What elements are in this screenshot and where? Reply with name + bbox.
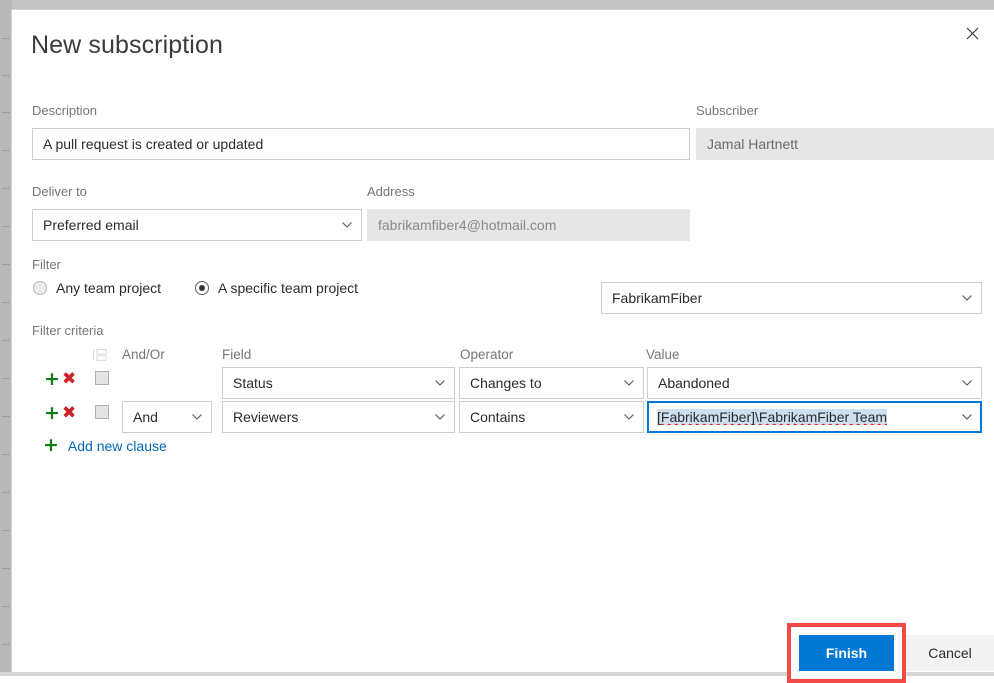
radio-specific-team-project[interactable]: A specific team project — [195, 280, 358, 296]
radio-any-team-project[interactable]: Any team project — [33, 280, 161, 296]
chevron-down-icon — [435, 380, 445, 386]
team-project-value: FabrikamFiber — [612, 290, 703, 306]
subscriber-label: Subscriber — [696, 103, 759, 118]
field-dropdown-row-2[interactable]: Reviewers — [222, 401, 455, 433]
description-input[interactable] — [32, 128, 690, 160]
background-top-bar — [0, 0, 994, 10]
radio-any-team-project-label[interactable]: Any team project — [56, 280, 161, 296]
operator-dropdown-row-2[interactable]: Contains — [459, 401, 644, 433]
cancel-button[interactable]: Cancel — [906, 635, 994, 671]
radio-specific-team-project-control[interactable] — [195, 281, 209, 295]
address-label: Address — [367, 184, 415, 199]
description-label: Description — [32, 103, 98, 118]
radio-any-team-project-control[interactable] — [33, 281, 47, 295]
team-project-dropdown[interactable]: FabrikamFiber — [601, 282, 982, 314]
chevron-down-icon — [435, 414, 445, 420]
filter-label: Filter — [32, 257, 61, 272]
subscriber-value: Jamal Hartnett — [696, 128, 994, 160]
and-or-value-row-2: And — [133, 409, 158, 425]
value-dropdown-row-2[interactable]: [FabrikamFiber]\FabrikamFiber Team — [647, 401, 982, 433]
field-value-row-2: Reviewers — [233, 409, 299, 425]
chevron-down-icon — [192, 414, 202, 420]
deliver-to-dropdown[interactable]: Preferred email — [32, 209, 362, 241]
column-header-operator: Operator — [460, 347, 514, 362]
column-header-field: Field — [222, 347, 252, 362]
close-icon[interactable] — [956, 18, 988, 48]
column-header-value: Value — [646, 347, 680, 362]
remove-icon[interactable]: ✖ — [62, 405, 76, 422]
and-or-dropdown-row-2[interactable]: And — [122, 401, 212, 433]
value-row-2: [FabrikamFiber]\FabrikamFiber Team — [657, 409, 888, 425]
radio-specific-team-project-label[interactable]: A specific team project — [218, 280, 358, 296]
add-new-clause-label: Add new clause — [67, 437, 167, 454]
row-checkbox[interactable] — [95, 371, 109, 385]
plus-icon: + — [43, 434, 59, 456]
chevron-down-icon — [962, 414, 972, 420]
filter-criteria-label: Filter criteria — [32, 323, 104, 338]
field-value-row-1: Status — [233, 375, 273, 391]
value-dropdown-row-1[interactable]: Abandoned — [647, 367, 982, 399]
operator-dropdown-row-1[interactable]: Changes to — [459, 367, 644, 399]
operator-value-row-2: Contains — [470, 409, 526, 425]
plus-icon[interactable]: + — [44, 370, 60, 389]
chevron-down-icon — [962, 380, 972, 386]
page-title: New subscription — [31, 31, 223, 59]
list-grid-icon[interactable] — [92, 348, 108, 362]
remove-icon[interactable]: ✖ — [62, 371, 76, 388]
value-row-1: Abandoned — [658, 375, 730, 391]
new-subscription-dialog: New subscription Description Subscriber … — [12, 10, 994, 683]
chevron-down-icon — [624, 414, 634, 420]
column-header-and-or: And/Or — [122, 347, 165, 362]
operator-value-row-1: Changes to — [470, 375, 542, 391]
plus-icon[interactable]: + — [44, 404, 60, 423]
field-dropdown-row-1[interactable]: Status — [222, 367, 455, 399]
chevron-down-icon — [962, 295, 972, 301]
background-left-strip — [0, 0, 12, 676]
add-new-clause-button[interactable]: + Add new clause — [43, 436, 167, 455]
deliver-to-value: Preferred email — [43, 217, 139, 233]
chevron-down-icon — [624, 380, 634, 386]
finish-button[interactable]: Finish — [799, 635, 894, 671]
address-value: fabrikamfiber4@hotmail.com — [367, 209, 690, 241]
row-checkbox[interactable] — [95, 405, 109, 419]
chevron-down-icon — [342, 222, 352, 228]
deliver-to-label: Deliver to — [32, 184, 87, 199]
